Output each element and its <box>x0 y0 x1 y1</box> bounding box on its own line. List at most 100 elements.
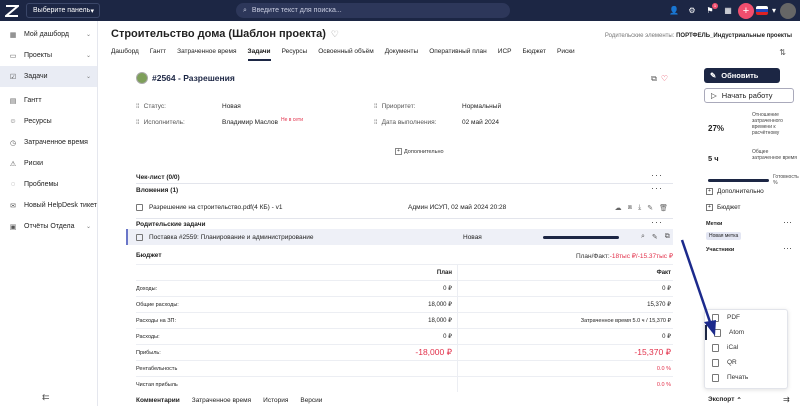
tab-time-spent[interactable]: Затраченное время <box>192 397 251 406</box>
tab-risks[interactable]: Риски <box>557 48 575 61</box>
tasks-icon: ☑ <box>9 73 17 81</box>
attachment-file-name[interactable]: Разрешение на строительство.pdf(4 КБ) - … <box>149 204 408 211</box>
participants-more-icon[interactable]: ··· <box>783 243 792 253</box>
collapse-panel-icon[interactable]: ⇉ <box>783 395 790 404</box>
tab-versions[interactable]: Версии <box>300 397 322 406</box>
download-icon[interactable]: ⤓ <box>638 204 641 212</box>
language-flag-icon[interactable] <box>756 6 768 15</box>
edit-icon[interactable]: ✎ <box>652 233 658 241</box>
trash-icon[interactable]: 🗑 <box>659 204 668 212</box>
export-atom[interactable]: Atom <box>705 325 787 340</box>
panel-select[interactable]: Выберите панель ▾ <box>26 3 100 18</box>
search-icon: ⌕ <box>243 6 247 14</box>
start-work-button[interactable]: ▷ Начать работу <box>704 88 794 103</box>
tab-resources[interactable]: Ресурсы <box>282 48 308 61</box>
sidebar-item-tasks[interactable]: ☑ Задачи ⌄ <box>0 66 97 87</box>
table-row: Прибыль: -18,000 ₽ -15,370 ₽ <box>136 344 673 360</box>
flag-icon[interactable]: ⚑ 1 <box>702 2 718 19</box>
tab-comments[interactable]: Комментарии <box>136 397 180 406</box>
update-button[interactable]: ✎ Обновить <box>704 68 780 83</box>
tab-time[interactable]: Затраченное время <box>177 48 236 61</box>
parents-link[interactable]: ПОРТФЕЛЬ_Индустриальные проекты <box>676 33 792 39</box>
heart-icon[interactable]: ♡ <box>661 74 668 84</box>
sidebar-item-reports[interactable]: ▣ Отчёты Отдела ⌄ <box>0 216 97 237</box>
hours-label: Общее затраченное время <box>752 149 797 161</box>
app-logo[interactable] <box>0 0 24 21</box>
sidebar-item-label: Затраченное время <box>24 139 88 146</box>
sliders-icon[interactable]: ⚙ <box>684 3 700 19</box>
checklist-more-icon[interactable]: ··· <box>651 170 663 180</box>
export-atom-label: Atom <box>729 329 745 336</box>
attachment-checkbox[interactable] <box>136 204 143 211</box>
tab-gantt[interactable]: Гантт <box>150 48 166 61</box>
avatar[interactable] <box>780 2 796 19</box>
chevron-down-icon: ▾ <box>90 7 94 15</box>
attachments-more-icon[interactable]: ··· <box>651 183 663 193</box>
status-value[interactable]: Новая <box>222 103 374 110</box>
sidebar-item-problems[interactable]: ◌ Проблемы <box>0 174 97 195</box>
sidebar-item-time[interactable]: ◷ Затраченное время <box>0 132 97 153</box>
chevron-down-icon: ⌄ <box>85 53 91 59</box>
more-details-link[interactable]: + Дополнительно <box>706 188 764 195</box>
export-ical[interactable]: iCal <box>705 340 787 355</box>
tab-dashboard[interactable]: Дашборд <box>111 48 139 61</box>
bottom-tabs: Комментарии Затраченное время История Ве… <box>136 397 322 406</box>
calendar-icon[interactable]: ▦ <box>720 3 736 19</box>
tab-budget[interactable]: Бюджет <box>522 48 546 61</box>
priority-value[interactable]: Нормальный <box>462 103 614 110</box>
search-placeholder: Введите текст для поиска... <box>251 7 342 14</box>
tab-earned-value[interactable]: Освоенный объём <box>318 48 373 61</box>
edit-icon[interactable]: ✎ <box>647 204 653 212</box>
tags-more-icon[interactable]: ··· <box>783 217 792 227</box>
search-input[interactable]: ⌕ Введите текст для поиска... <box>236 3 510 18</box>
sidebar-item-gantt[interactable]: ▤ Гантт <box>0 90 97 111</box>
export-button[interactable]: Экспорт ⌃ <box>708 396 742 404</box>
tab-history[interactable]: История <box>263 397 288 406</box>
more-details-link[interactable]: + Дополнительно <box>395 148 444 155</box>
collapse-sidebar-icon[interactable]: ⇇ <box>42 392 50 403</box>
export-pdf[interactable]: PDF <box>705 310 787 325</box>
tab-documents[interactable]: Документы <box>385 48 419 61</box>
sidebar-item-resources[interactable]: ☺ Ресурсы <box>0 111 97 132</box>
fact-cell: 0.0 % <box>656 381 671 388</box>
settings-sliders-icon[interactable]: ⇅ <box>779 48 786 57</box>
budget-link[interactable]: + Бюджет <box>706 204 741 211</box>
sidebar-item-dashboard[interactable]: ▦ Мой дашборд ⌄ <box>0 24 97 45</box>
sidebar-item-label: Риски <box>24 160 44 167</box>
tab-tasks[interactable]: Задачи <box>247 48 271 61</box>
external-link-icon[interactable]: ⧉ <box>665 233 670 241</box>
avatar <box>136 72 148 84</box>
tab-operational-plan[interactable]: Оперативный план <box>429 48 487 61</box>
row-label: Прибыль: <box>136 349 161 356</box>
export-qr[interactable]: QR <box>705 355 787 370</box>
user-icon[interactable]: 👤 <box>666 3 682 19</box>
external-link-icon[interactable]: ⧉ <box>651 74 657 84</box>
sidebar-item-risks[interactable]: ⚠ Риски <box>0 153 97 174</box>
add-icon[interactable]: + <box>738 2 754 19</box>
tab-wbs[interactable]: ИСР <box>498 48 512 61</box>
cloud-icon[interactable]: ☁ <box>615 204 622 212</box>
layers-icon[interactable]: ⧈ <box>628 204 632 212</box>
parent-tasks-more-icon[interactable]: ··· <box>651 217 663 227</box>
table-row: Расходы: 0 ₽ 0 ₽ <box>136 328 673 344</box>
qr-icon <box>712 358 719 367</box>
parent-task-checkbox[interactable] <box>136 233 143 241</box>
checklist-title: Чек-лист (0/0) <box>136 174 180 181</box>
panel-select-label: Выберите панель <box>33 7 91 14</box>
parent-task-row[interactable]: Поставка #2559: Планирование и администр… <box>126 229 673 245</box>
export-print[interactable]: Печать <box>705 370 787 385</box>
tag-chip[interactable]: Новая метка <box>706 232 742 240</box>
budget-table: План Факт Доходы: 0 ₽ 0 ₽ Общие расходы: 18,… <box>136 264 673 392</box>
sidebar-item-helpdesk[interactable]: ✉ Новый HelpDesk тикет <box>0 195 97 216</box>
attachment-actions: ☁ ⧈ ⤓ ✎ 🗑 <box>615 204 668 212</box>
due-value[interactable]: 02 май 2024 <box>462 119 614 126</box>
chevron-down-icon[interactable]: ▾ <box>770 3 778 19</box>
assignee-value[interactable]: Владимир Маслов Не в сети <box>222 117 374 126</box>
parent-task-name[interactable]: Поставка #2559: Планирование и администр… <box>149 234 463 241</box>
participants-title: Участники <box>706 247 735 253</box>
heart-icon[interactable]: ♡ <box>331 29 339 40</box>
attachment-row[interactable]: Разрешение на строительство.pdf(4 КБ) - … <box>136 200 673 215</box>
attachments-title: Вложения (1) <box>136 187 179 194</box>
sidebar-item-projects[interactable]: ▭ Проекты ⌄ <box>0 45 97 66</box>
search-icon[interactable]: ⌕ <box>641 233 645 241</box>
